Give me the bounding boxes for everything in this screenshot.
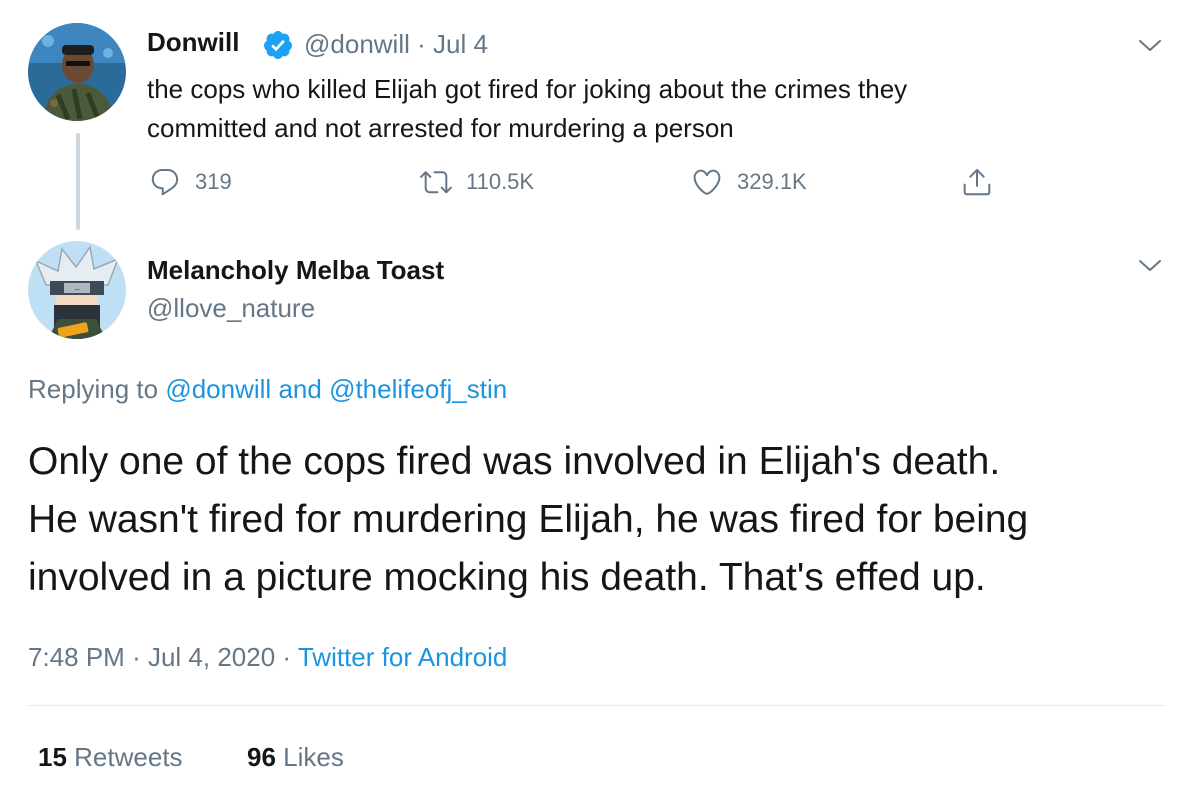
reply-tweet-text: Only one of the cops fired was involved …: [28, 433, 1028, 607]
tweet-time[interactable]: 7:48 PM: [28, 642, 125, 672]
like-action[interactable]: 329.1K: [691, 166, 807, 198]
timestamp-line: 7:48 PM · Jul 4, 2020 · Twitter for Andr…: [28, 642, 507, 673]
reply-icon: [151, 168, 179, 196]
reply-handle[interactable]: @llove_nature: [147, 293, 315, 324]
svg-text:~: ~: [74, 285, 81, 294]
reply-text-line: involved in a picture mocking his death.…: [28, 556, 986, 599]
retweets-count: 15: [38, 742, 67, 772]
likes-count: 96: [247, 742, 276, 772]
share-action[interactable]: [961, 166, 993, 198]
chevron-down-icon[interactable]: [1138, 258, 1162, 274]
reply-text-line: Only one of the cops fired was involved …: [28, 440, 1001, 483]
tweet-source-link[interactable]: Twitter for Android: [298, 642, 508, 672]
likes-label: Likes: [283, 742, 344, 772]
replying-and: and: [278, 374, 322, 404]
parent-text-line: committed and not arrested for murdering…: [147, 113, 734, 143]
retweet-count: 110.5K: [466, 169, 535, 194]
likes-stat[interactable]: 96 Likes: [247, 742, 344, 773]
replying-to-line: Replying to @donwill and @thelifeofj_sti…: [28, 374, 507, 405]
retweet-action[interactable]: 110.5K: [420, 166, 534, 198]
replying-prefix: Replying to: [28, 374, 159, 404]
stats-divider: [28, 705, 1166, 706]
parent-display-name[interactable]: Donwill: [147, 27, 239, 58]
donwill-avatar[interactable]: [28, 23, 126, 121]
reply-display-name[interactable]: Melancholy Melba Toast: [147, 255, 444, 286]
like-count: 329.1K: [737, 169, 807, 194]
retweet-icon: [420, 171, 452, 194]
parent-date[interactable]: Jul 4: [433, 29, 488, 59]
reply-action[interactable]: 319: [149, 166, 232, 198]
reply-text-line: He wasn't fired for murdering Elijah, he…: [28, 498, 1029, 541]
parent-meta: @donwill · Jul 4: [304, 29, 488, 60]
meta-separator: ·: [132, 642, 141, 672]
retweets-stat[interactable]: 15 Retweets: [38, 742, 183, 773]
share-icon: [963, 169, 991, 196]
meta-separator: ·: [417, 29, 426, 59]
chevron-down-icon[interactable]: [1138, 38, 1162, 54]
parent-handle[interactable]: @donwill: [304, 29, 410, 59]
parent-tweet-text: the cops who killed Elijah got fired for…: [147, 70, 907, 148]
meta-separator: ·: [282, 642, 292, 672]
tweet-date[interactable]: Jul 4, 2020: [148, 642, 275, 672]
verified-badge-icon: [263, 31, 292, 59]
like-icon: [693, 169, 721, 195]
melba-toast-avatar[interactable]: ~: [28, 241, 126, 339]
retweets-label: Retweets: [74, 742, 183, 772]
replying-user-link[interactable]: @donwill: [165, 374, 271, 404]
replying-user-link[interactable]: @thelifeofj_stin: [329, 374, 507, 404]
parent-text-line: the cops who killed Elijah got fired for…: [147, 74, 908, 104]
thread-connector-line: [76, 133, 80, 230]
reply-count: 319: [195, 169, 232, 194]
